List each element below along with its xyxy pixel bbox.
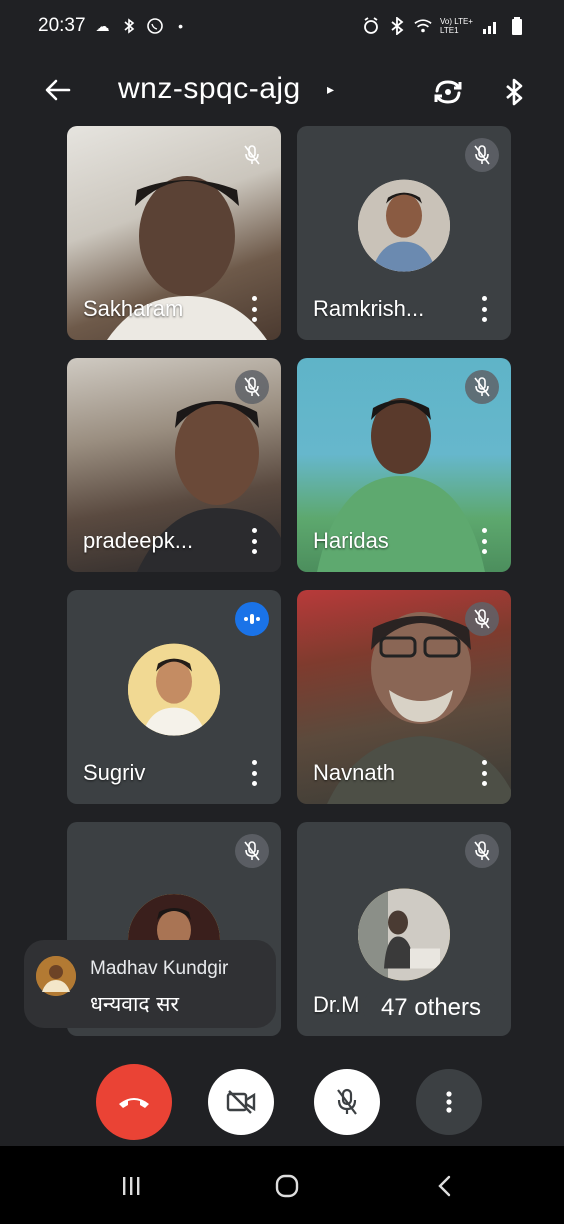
camera-toggle-button[interactable] — [208, 1069, 274, 1135]
chat-sender-name: Madhav Kundgir — [90, 958, 229, 979]
more-vert-icon[interactable] — [249, 528, 259, 554]
speaking-indicator-icon — [235, 602, 269, 636]
more-options-button[interactable] — [416, 1069, 482, 1135]
recents-icon[interactable] — [106, 1166, 156, 1206]
wifi-icon — [414, 17, 432, 35]
others-count-badge[interactable]: 47 others — [363, 986, 499, 1030]
system-navigation-bar — [0, 1146, 564, 1224]
chat-sender-avatar — [36, 956, 76, 996]
chat-message-text: धन्यवाद सर — [90, 992, 180, 1016]
mic-muted-icon — [465, 834, 499, 868]
participant-tile[interactable]: Sakharam — [67, 126, 281, 340]
more-vert-icon[interactable] — [479, 760, 489, 786]
participant-tile[interactable]: pradeepk... — [67, 358, 281, 572]
mic-muted-icon — [465, 138, 499, 172]
mic-muted-icon — [235, 370, 269, 404]
participant-name: Navnath — [313, 760, 395, 785]
participant-tile[interactable]: Haridas — [297, 358, 511, 572]
network-label: Vo) LTE+ LTE1 — [440, 17, 473, 35]
alarm-icon — [362, 17, 380, 35]
meeting-info-caret-icon[interactable]: ▸ — [327, 81, 334, 98]
status-bar: 20:37 ☁ • Vo) LTE+ LTE1 — [0, 0, 564, 52]
avatar — [358, 179, 450, 272]
battery-icon — [508, 17, 526, 35]
more-vert-icon[interactable] — [249, 296, 259, 322]
mic-muted-icon — [465, 602, 499, 636]
microphone-toggle-button[interactable] — [314, 1069, 380, 1135]
signal-icon — [482, 17, 500, 35]
more-options-icon — [446, 1091, 452, 1113]
more-vert-icon[interactable] — [479, 296, 489, 322]
mic-off-icon — [337, 1088, 357, 1115]
mic-muted-icon — [465, 370, 499, 404]
clock: 20:37 — [38, 15, 86, 36]
meeting-code[interactable]: wnz-spqc-ajg — [118, 72, 301, 106]
camera-off-icon — [226, 1090, 256, 1114]
back-arrow-icon[interactable] — [40, 72, 76, 108]
bluetooth-icon — [388, 17, 406, 35]
cloud-icon: ☁ — [95, 17, 110, 34]
bluetooth-icon — [120, 17, 138, 35]
dot-icon: • — [178, 18, 183, 34]
switch-camera-icon[interactable] — [428, 72, 468, 112]
mic-muted-icon — [235, 834, 269, 868]
status-left: 20:37 ☁ • — [38, 15, 190, 37]
participant-name: pradeepk... — [83, 528, 194, 553]
meet-screen: 20:37 ☁ • Vo) LTE+ LTE1 wnz-spqc-ajg ▸ S… — [0, 0, 564, 1224]
end-call-icon — [119, 1098, 149, 1108]
home-icon[interactable] — [262, 1166, 312, 1206]
participant-name: Haridas — [313, 528, 389, 553]
participant-tile[interactable]: Sugriv — [67, 590, 281, 804]
participant-name: Sugriv — [83, 760, 146, 785]
participant-tile[interactable]: Navnath — [297, 590, 511, 804]
call-controls — [0, 1060, 564, 1140]
participant-tile[interactable]: Ramkrish... — [297, 126, 511, 340]
status-right: Vo) LTE+ LTE1 — [362, 17, 526, 35]
bluetooth-audio-icon[interactable] — [496, 72, 532, 112]
more-vert-icon[interactable] — [479, 528, 489, 554]
participant-name: Dr.M — [313, 992, 360, 1017]
end-call-button[interactable] — [96, 1064, 172, 1140]
whatsapp-icon — [146, 17, 164, 35]
participant-name: Sakharam — [83, 296, 184, 321]
avatar — [128, 643, 220, 736]
avatar — [358, 888, 450, 981]
participant-name: Ramkrish... — [313, 296, 425, 321]
mic-muted-icon — [235, 138, 269, 172]
more-vert-icon[interactable] — [249, 760, 259, 786]
back-icon[interactable] — [420, 1166, 470, 1206]
meeting-top-bar: wnz-spqc-ajg ▸ — [0, 60, 564, 118]
chat-notification[interactable]: Madhav Kundgir धन्यवाद सर — [24, 940, 276, 1028]
